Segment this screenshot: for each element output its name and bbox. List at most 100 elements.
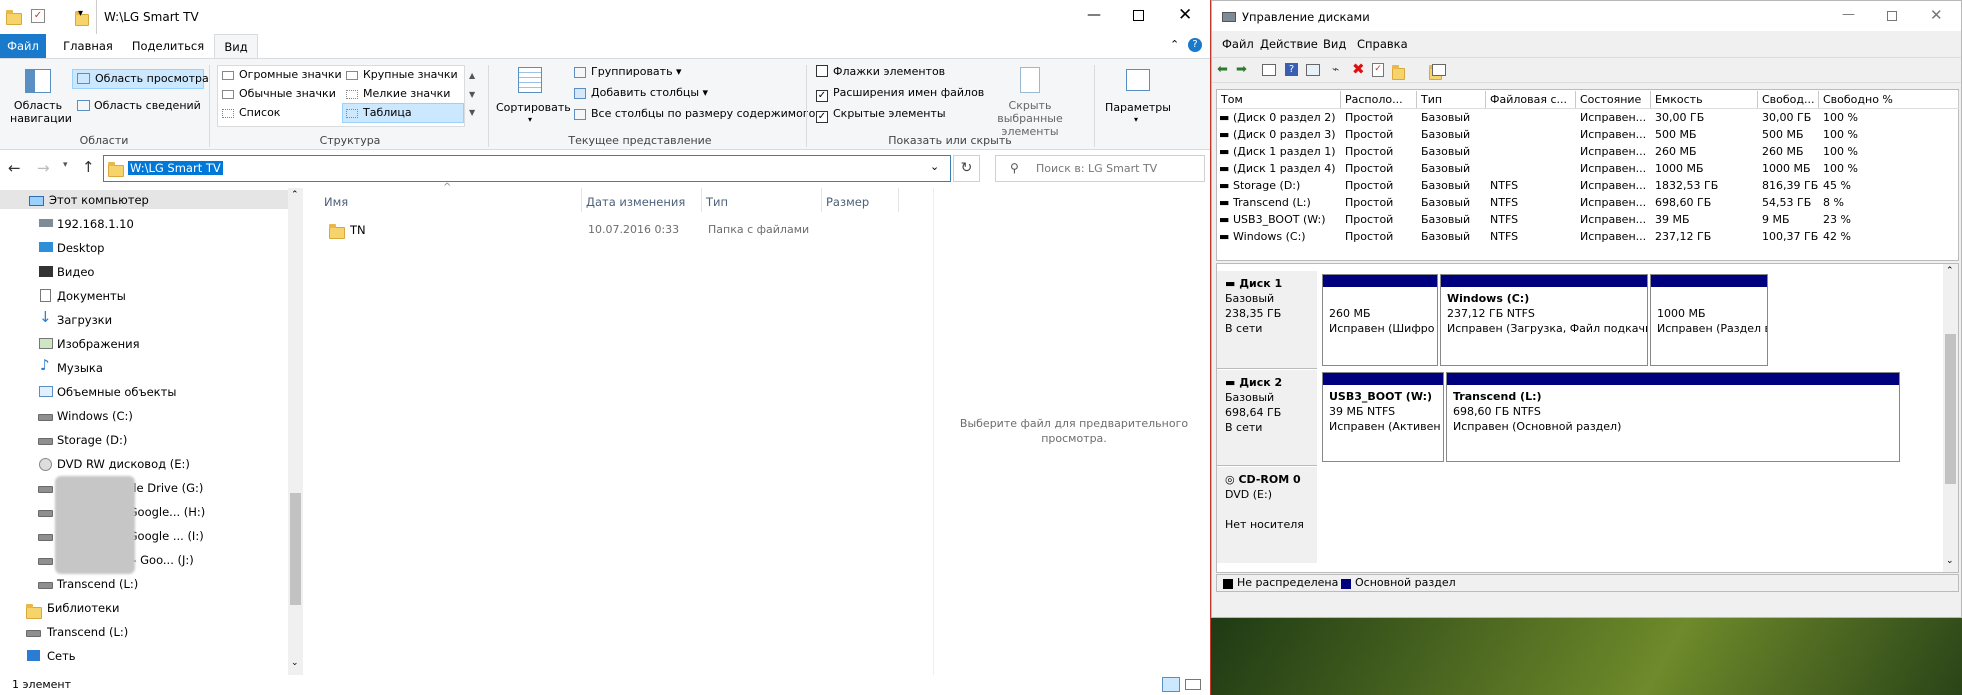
- disk2-label[interactable]: ▬ Диск 2 Базовый 698,64 ГБ В сети: [1217, 370, 1317, 466]
- minimize-icon[interactable]: —: [1087, 7, 1101, 23]
- dm-minimize-icon[interactable]: —: [1842, 7, 1855, 22]
- partition-disk1-windows[interactable]: Windows (C:) 237,12 ГБ NTFS Исправен (Загр…: [1440, 274, 1648, 366]
- menu-view[interactable]: Вид: [1323, 37, 1346, 51]
- hide-selected-button[interactable]: Скрыть выбранные элементы: [980, 63, 1080, 138]
- layout-large-icons[interactable]: Крупные значки: [346, 68, 458, 81]
- table-row[interactable]: ▬ (Диск 1 раздел 4) Простой Базовый Испр…: [1217, 160, 1957, 177]
- close-icon[interactable]: ✕: [1178, 5, 1192, 25]
- scroll-down-icon[interactable]: ⌄: [291, 658, 299, 668]
- list-icon[interactable]: [1432, 64, 1446, 76]
- nav-item-3d-objects[interactable]: Объемные объекты: [57, 385, 176, 399]
- nav-item-network-drive[interactable]: 192.168.1.10: [57, 217, 134, 231]
- partition-disk2-usb[interactable]: USB3_BOOT (W:) 39 МБ NTFS Исправен (Активе…: [1322, 372, 1444, 462]
- partition-disk1-recovery[interactable]: 1000 МБИсправен (Раздел восст: [1650, 274, 1768, 366]
- tab-share[interactable]: Поделиться: [128, 34, 208, 58]
- large-icons-view-icon[interactable]: [1185, 679, 1201, 690]
- nav-item-transcend-root[interactable]: Transcend (L:): [47, 625, 128, 639]
- nav-item-transcend[interactable]: Transcend (L:): [57, 577, 138, 591]
- column-header-capacity[interactable]: Емкость: [1651, 91, 1758, 108]
- tab-file[interactable]: Файл: [0, 34, 46, 58]
- column-header-size[interactable]: Размер: [826, 195, 869, 209]
- layout-details[interactable]: Таблица: [342, 103, 464, 123]
- group-by-button[interactable]: Группировать ▾: [574, 65, 682, 78]
- graphical-scroll-thumb[interactable]: [1945, 334, 1956, 484]
- nav-item-this-pc[interactable]: Этот компьютер: [49, 193, 149, 207]
- details-pane-button[interactable]: Область сведений: [72, 97, 201, 117]
- nav-pane-button[interactable]: Область навигации: [8, 63, 72, 133]
- up-arrow-icon[interactable]: ↑: [82, 158, 95, 176]
- file-extensions-toggle[interactable]: ✓ Расширения имен файлов: [816, 86, 984, 102]
- partition-disk2-transcend[interactable]: Transcend (L:) 698,60 ГБ NTFS Исправен (Ос…: [1446, 372, 1900, 462]
- details-view-icon[interactable]: [1162, 677, 1180, 692]
- graphical-scrollbar[interactable]: ⌃ ⌄: [1943, 264, 1958, 572]
- layout-list[interactable]: Список: [222, 106, 280, 119]
- nav-item-dvd[interactable]: DVD RW дисковод (E:): [57, 457, 190, 471]
- table-row[interactable]: ▬ (Диск 0 раздел 3) Простой Базовый Испр…: [1217, 126, 1957, 143]
- nav-item-drive-d[interactable]: Storage (D:): [57, 433, 127, 447]
- back-icon[interactable]: ⬅: [1217, 62, 1228, 77]
- options-button[interactable]: Параметры ▾: [1100, 63, 1176, 131]
- column-header-type[interactable]: Тип: [706, 195, 728, 209]
- menu-help[interactable]: Справка: [1357, 37, 1408, 51]
- checkbox-checked[interactable]: ✓: [816, 111, 828, 123]
- nav-item-network[interactable]: Сеть: [47, 649, 76, 663]
- table-row[interactable]: ▬ Transcend (L:) Простой Базовый NTFS Ис…: [1217, 194, 1957, 211]
- check-icon[interactable]: ✓: [1372, 63, 1384, 77]
- show-hide-tree-icon[interactable]: [1262, 64, 1276, 76]
- dm-maximize-icon[interactable]: [1887, 11, 1897, 21]
- column-header-volume[interactable]: Том: [1217, 91, 1341, 108]
- column-header-free-percent[interactable]: Свободно %: [1819, 91, 1959, 108]
- item-checkboxes-toggle[interactable]: Флажки элементов: [816, 65, 945, 78]
- refresh-icon[interactable]: ↻: [953, 155, 980, 182]
- back-arrow-icon[interactable]: ←: [8, 159, 21, 177]
- nav-item-libraries[interactable]: Библиотеки: [47, 601, 120, 615]
- preview-pane-button[interactable]: Область просмотра: [72, 69, 209, 89]
- menu-action[interactable]: Действие: [1260, 37, 1318, 51]
- nav-scroll-thumb[interactable]: [290, 493, 301, 605]
- column-header-filesystem[interactable]: Файловая с...: [1486, 91, 1576, 108]
- table-row[interactable]: ▬ USB3_BOOT (W:) Простой Базовый NTFS Ис…: [1217, 211, 1957, 228]
- address-text[interactable]: W:\LG Smart TV: [128, 161, 223, 175]
- forward-arrow-icon[interactable]: →: [37, 159, 50, 177]
- nav-item-videos[interactable]: Видео: [57, 265, 94, 279]
- nav-item-documents[interactable]: Документы: [57, 289, 126, 303]
- dm-close-icon[interactable]: ✕: [1930, 6, 1943, 24]
- layout-small-icons[interactable]: Мелкие значки: [346, 87, 450, 100]
- address-field[interactable]: W:\LG Smart TV ⌄: [103, 155, 951, 182]
- sort-button[interactable]: Сортировать ▾: [494, 63, 571, 131]
- properties-icon[interactable]: ✓: [31, 9, 45, 23]
- tab-home[interactable]: Главная: [56, 34, 120, 58]
- scroll-up-icon[interactable]: ⌃: [291, 190, 299, 200]
- qat-dropdown-icon[interactable]: ▾: [78, 8, 83, 19]
- cdrom-label[interactable]: ◎ CD-ROM 0 DVD (E:) Нет носителя: [1217, 467, 1317, 563]
- nav-item-music[interactable]: Музыка: [57, 361, 103, 375]
- delete-icon[interactable]: ✖: [1352, 60, 1365, 78]
- table-row[interactable]: ▬ (Диск 1 раздел 1) Простой Базовый Испр…: [1217, 143, 1957, 160]
- nav-item-desktop[interactable]: Desktop: [57, 241, 104, 255]
- column-header-date[interactable]: Дата изменения: [586, 195, 685, 209]
- column-header-layout[interactable]: Располо...: [1341, 91, 1417, 108]
- menu-file[interactable]: Файл: [1222, 37, 1254, 51]
- nav-scrollbar[interactable]: ⌃ ⌄: [288, 188, 303, 676]
- file-row[interactable]: TN 10.07.2016 0:33 Папка с файлами: [321, 220, 901, 239]
- nav-item-pictures[interactable]: Изображения: [57, 337, 140, 351]
- gallery-scroll-up-icon[interactable]: ▲: [469, 71, 475, 80]
- gallery-more-icon[interactable]: ▼: [469, 108, 475, 117]
- collapse-ribbon-icon[interactable]: ⌃: [1170, 38, 1179, 51]
- partition-disk1-1[interactable]: 260 МБ Исправен (Шифро: [1322, 274, 1438, 366]
- tab-view[interactable]: Вид: [214, 34, 258, 59]
- connect-icon[interactable]: ⌁: [1332, 62, 1339, 76]
- table-row[interactable]: ▬ Storage (D:) Простой Базовый NTFS Испр…: [1217, 177, 1957, 194]
- table-row[interactable]: ▬ (Диск 0 раздел 2) Простой Базовый Испр…: [1217, 109, 1957, 126]
- gallery-scroll-down-icon[interactable]: ▼: [469, 90, 475, 99]
- layout-medium-icons[interactable]: Обычные значки: [222, 87, 336, 100]
- nav-item-drive-c[interactable]: Windows (C:): [57, 409, 133, 423]
- hidden-items-toggle[interactable]: ✓ Скрытые элементы: [816, 107, 946, 123]
- address-dropdown-icon[interactable]: ⌄: [930, 160, 939, 173]
- disk1-label[interactable]: ▬ Диск 1 Базовый 238,35 ГБ В сети: [1217, 271, 1317, 369]
- layout-huge-icons[interactable]: Огромные значки: [222, 68, 342, 81]
- column-header-type[interactable]: Тип: [1417, 91, 1486, 108]
- column-header-free[interactable]: Свобод...: [1758, 91, 1819, 108]
- search-field[interactable]: ⚲ Поиск в: LG Smart TV: [995, 155, 1205, 182]
- checkbox-unchecked[interactable]: [816, 65, 828, 77]
